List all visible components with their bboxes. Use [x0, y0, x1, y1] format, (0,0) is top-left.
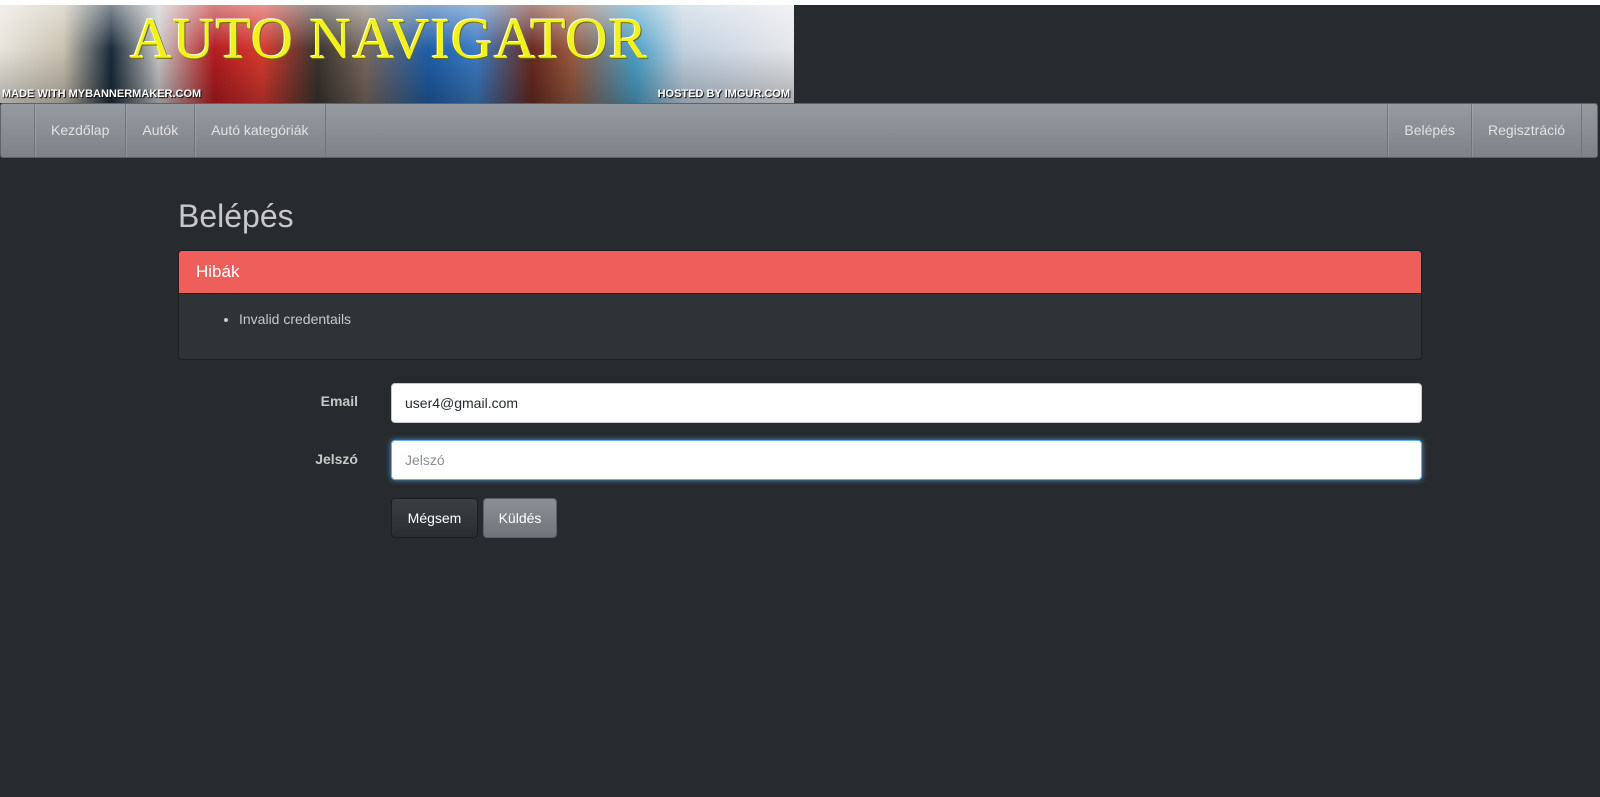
nav-car-categories[interactable]: Autó kategóriák: [194, 104, 326, 157]
navbar-left-group: Kezdőlap Autók Autó kategóriák: [34, 104, 326, 157]
password-field[interactable]: [391, 440, 1422, 480]
cancel-button[interactable]: Mégsem: [391, 498, 478, 538]
main-navbar: Kezdőlap Autók Autó kategóriák Belépés R…: [0, 103, 1598, 158]
nav-home[interactable]: Kezdőlap: [34, 104, 125, 157]
email-field[interactable]: [391, 383, 1422, 423]
banner-title: AUTO NAVIGATOR: [130, 6, 649, 71]
nav-cars[interactable]: Autók: [125, 104, 194, 157]
password-label: Jelszó: [315, 451, 358, 467]
banner-left-caption: MADE WITH MYBANNERMAKER.COM: [2, 88, 202, 100]
page-title: Belépés: [178, 198, 294, 234]
nav-login[interactable]: Belépés: [1387, 104, 1471, 157]
email-label: Email: [320, 393, 358, 409]
navbar-right-group: Belépés Regisztráció: [1387, 104, 1582, 157]
banner-right-caption: HOSTED BY IMGUR.COM: [657, 88, 790, 100]
error-panel: Hibák Invalid credentails: [178, 250, 1422, 360]
submit-button[interactable]: Küldés: [483, 498, 557, 538]
error-panel-heading: Hibák: [179, 251, 1421, 294]
nav-register[interactable]: Regisztráció: [1470, 104, 1582, 157]
error-list: Invalid credentails: [179, 308, 1421, 330]
error-panel-body: Invalid credentails: [179, 294, 1421, 330]
error-item: Invalid credentails: [239, 308, 1421, 330]
site-banner: AUTO NAVIGATOR MADE WITH MYBANNERMAKER.C…: [0, 5, 794, 103]
